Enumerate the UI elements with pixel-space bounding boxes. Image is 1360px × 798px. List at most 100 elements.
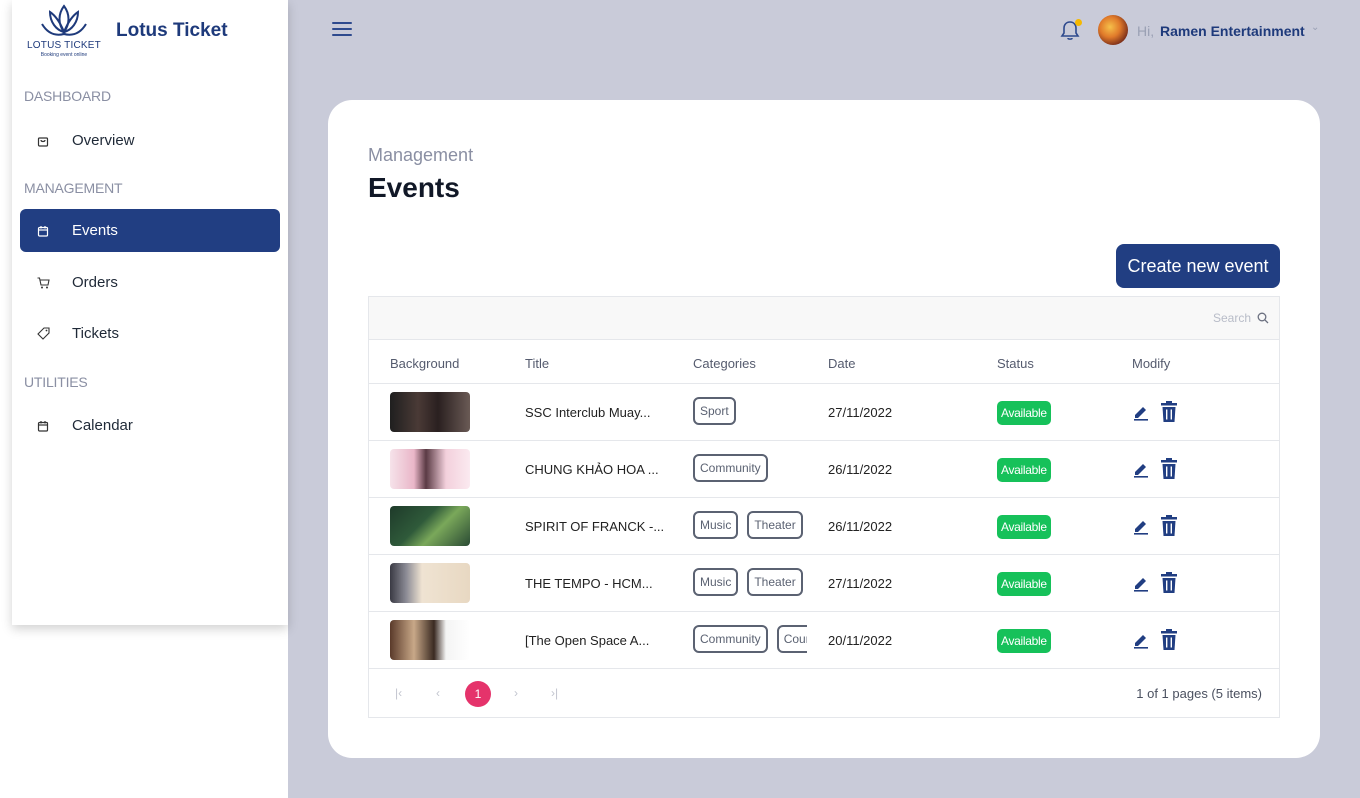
section-label-management: MANAGEMENT bbox=[24, 180, 123, 196]
table-row[interactable]: THE TEMPO - HCM... Music Theater 27/11/20… bbox=[369, 555, 1279, 612]
event-categories: Music Theater bbox=[693, 511, 807, 543]
brand-name: Lotus Ticket bbox=[116, 20, 228, 41]
sidebar-item-label: Events bbox=[72, 222, 118, 239]
event-title: SPIRIT OF FRANCK -... bbox=[525, 519, 665, 534]
delete-icon[interactable] bbox=[1160, 629, 1178, 651]
section-label-dashboard: DASHBOARD bbox=[24, 88, 111, 104]
first-page-button[interactable]: |‹ bbox=[395, 686, 402, 700]
sidebar-item-overview[interactable]: Overview bbox=[20, 119, 280, 162]
notification-dot bbox=[1075, 19, 1082, 26]
lotus-logo: LOTUS TICKET Booking event online bbox=[26, 2, 102, 58]
sidebar-item-orders[interactable]: Orders bbox=[20, 261, 280, 304]
status-badge: Available bbox=[997, 629, 1051, 653]
table-row[interactable]: [The Open Space A... Community Course 20/… bbox=[369, 612, 1279, 669]
sidebar-item-calendar[interactable]: Calendar bbox=[20, 404, 280, 447]
category-chip: Theater bbox=[747, 511, 803, 539]
event-background-image bbox=[390, 506, 470, 546]
sidebar-item-tickets[interactable]: Tickets bbox=[20, 312, 280, 355]
event-date: 20/11/2022 bbox=[828, 633, 893, 648]
current-page-button[interactable]: 1 bbox=[465, 681, 491, 707]
event-categories: Community bbox=[693, 454, 807, 486]
column-header-status[interactable]: Status bbox=[997, 356, 1034, 371]
event-background-image bbox=[390, 392, 470, 432]
tag-icon bbox=[36, 327, 50, 341]
logo-text: LOTUS TICKET bbox=[27, 40, 101, 51]
greeting-text: Hi, bbox=[1137, 23, 1155, 39]
status-badge: Available bbox=[997, 515, 1051, 539]
section-label-utilities: UTILITIES bbox=[24, 374, 88, 390]
sidebar-item-label: Tickets bbox=[72, 325, 119, 342]
event-title: THE TEMPO - HCM... bbox=[525, 576, 653, 591]
create-event-button[interactable]: Create new event bbox=[1116, 244, 1280, 288]
search-icon[interactable] bbox=[1257, 311, 1271, 325]
last-page-button[interactable]: ›| bbox=[551, 686, 558, 700]
category-chip: Course bbox=[776, 625, 807, 653]
status-badge: Available bbox=[997, 401, 1051, 425]
edit-icon[interactable] bbox=[1132, 460, 1150, 478]
category-chip: Community bbox=[693, 454, 768, 482]
cart-icon bbox=[36, 276, 50, 290]
user-name[interactable]: Ramen Entertainment bbox=[1160, 23, 1305, 39]
lotus-flower-icon bbox=[41, 4, 87, 36]
sidebar-item-label: Overview bbox=[72, 132, 135, 149]
search-input[interactable] bbox=[889, 305, 1259, 331]
event-date: 27/11/2022 bbox=[828, 405, 893, 420]
edit-icon[interactable] bbox=[1132, 574, 1150, 592]
edit-icon[interactable] bbox=[1132, 403, 1150, 421]
calendar-icon bbox=[36, 419, 50, 433]
event-categories: Community Course bbox=[693, 625, 807, 657]
event-date: 27/11/2022 bbox=[828, 576, 893, 591]
notification-bell-icon[interactable] bbox=[1060, 19, 1082, 41]
table-header: Background Title Categories Date Status … bbox=[369, 340, 1279, 384]
event-categories: Sport bbox=[693, 397, 807, 429]
column-header-date[interactable]: Date bbox=[828, 356, 855, 371]
event-background-image bbox=[390, 449, 470, 489]
event-date: 26/11/2022 bbox=[828, 519, 893, 534]
prev-page-button[interactable]: ‹ bbox=[436, 686, 440, 700]
status-badge: Available bbox=[997, 458, 1051, 482]
page-title: Events bbox=[368, 172, 460, 203]
sidebar-item-events[interactable]: Events bbox=[20, 209, 280, 252]
shopping-bag-icon bbox=[36, 134, 50, 148]
table-row[interactable]: SSC Interclub Muay... Sport 27/11/2022 A… bbox=[369, 384, 1279, 441]
edit-icon[interactable] bbox=[1132, 631, 1150, 649]
event-background-image bbox=[390, 620, 470, 660]
event-title: CHUNG KHẢO HOA ... bbox=[525, 462, 659, 477]
chevron-down-icon[interactable]: ⌄ bbox=[1311, 22, 1319, 33]
delete-icon[interactable] bbox=[1160, 572, 1178, 594]
delete-icon[interactable] bbox=[1160, 401, 1178, 423]
category-chip: Music bbox=[693, 568, 739, 596]
event-background-image bbox=[390, 563, 470, 603]
column-header-background[interactable]: Background bbox=[390, 356, 459, 371]
category-chip: Sport bbox=[693, 397, 736, 425]
table-row[interactable]: SPIRIT OF FRANCK -... Music Theater 26/11… bbox=[369, 498, 1279, 555]
event-categories: Music Theater bbox=[693, 568, 807, 600]
search-bar bbox=[369, 297, 1279, 340]
pagination: |‹ ‹ 1 › ›| 1 of 1 pages (5 items) bbox=[369, 669, 1279, 717]
avatar[interactable] bbox=[1098, 15, 1128, 45]
event-title: SSC Interclub Muay... bbox=[525, 405, 651, 420]
menu-toggle-icon[interactable] bbox=[332, 22, 352, 38]
column-header-title[interactable]: Title bbox=[525, 356, 549, 371]
status-badge: Available bbox=[997, 572, 1051, 596]
breadcrumb: Management bbox=[368, 145, 474, 165]
event-title: [The Open Space A... bbox=[525, 633, 650, 648]
table-row[interactable]: CHUNG KHẢO HOA ... Community 26/11/2022 … bbox=[369, 441, 1279, 498]
pagination-info: 1 of 1 pages (5 items) bbox=[1136, 686, 1262, 701]
column-header-categories[interactable]: Categories bbox=[693, 356, 756, 371]
category-chip: Community bbox=[693, 625, 768, 653]
sidebar-item-label: Orders bbox=[72, 274, 118, 291]
brand[interactable]: LOTUS TICKET Booking event online Lotus … bbox=[26, 0, 276, 62]
next-page-button[interactable]: › bbox=[514, 686, 518, 700]
category-chip: Music bbox=[693, 511, 739, 539]
logo-tagline: Booking event online bbox=[40, 52, 88, 58]
column-header-modify: Modify bbox=[1132, 356, 1171, 371]
delete-icon[interactable] bbox=[1160, 458, 1178, 480]
edit-icon[interactable] bbox=[1132, 517, 1150, 535]
sidebar-item-label: Calendar bbox=[72, 417, 133, 434]
events-table: Background Title Categories Date Status … bbox=[368, 296, 1280, 718]
category-chip: Theater bbox=[747, 568, 803, 596]
delete-icon[interactable] bbox=[1160, 515, 1178, 537]
calendar-icon bbox=[36, 224, 50, 238]
sidebar: LOTUS TICKET Booking event online Lotus … bbox=[12, 0, 288, 625]
